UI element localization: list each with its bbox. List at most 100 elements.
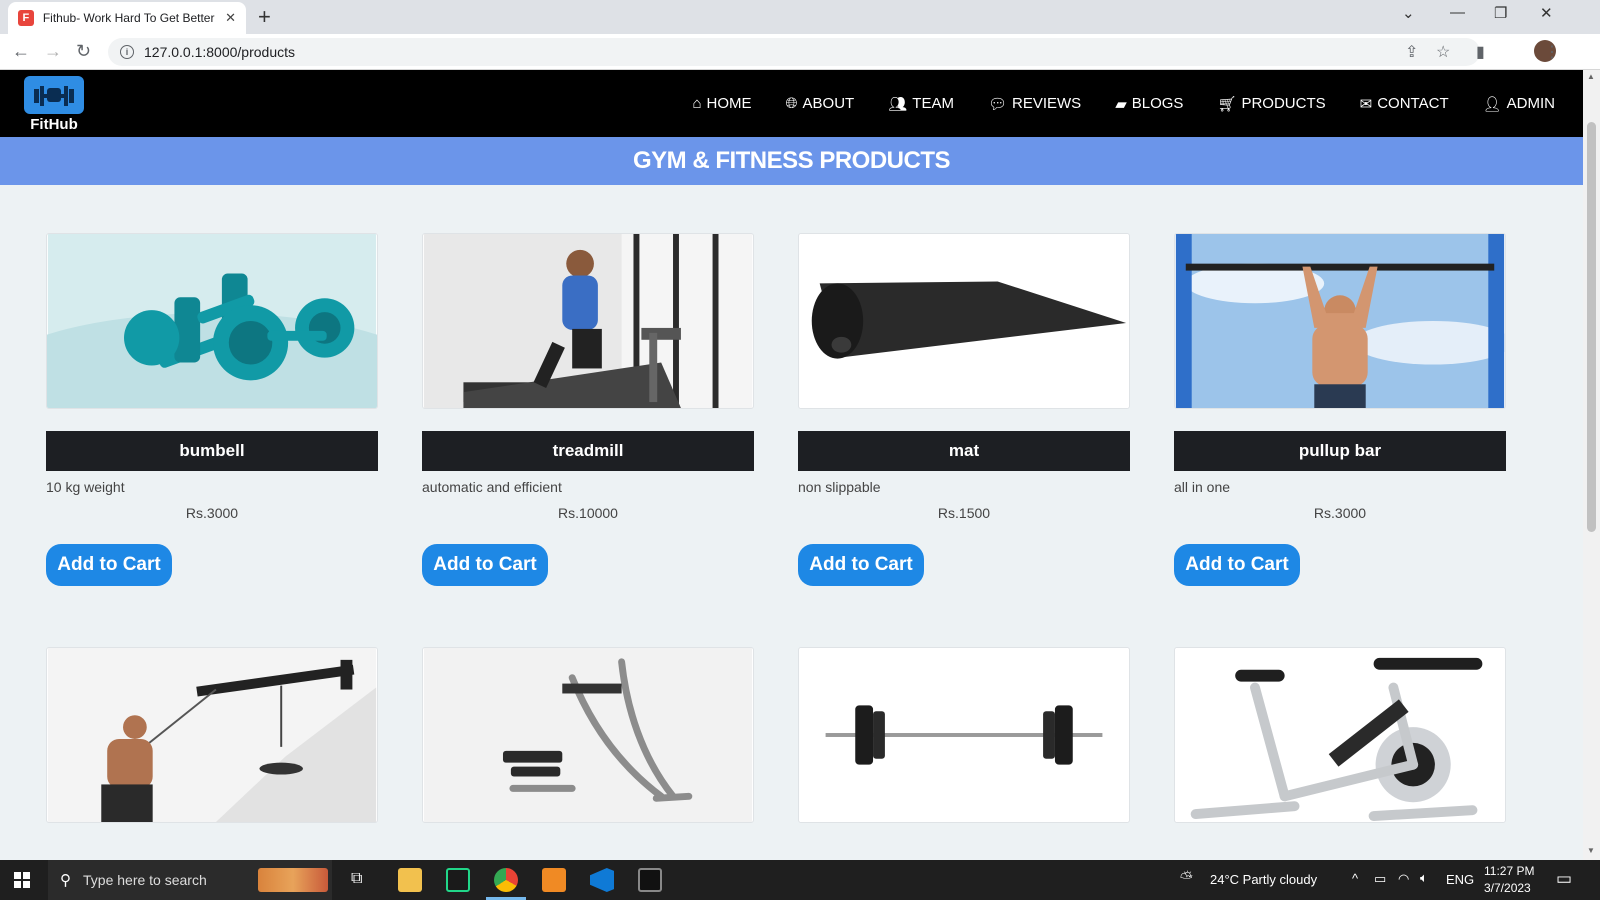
products-banner: GYM & FITNESS PRODUCTS <box>0 137 1583 185</box>
product-price: Rs.10000 <box>558 505 618 521</box>
user-icon: 👤︎ <box>1482 95 1502 113</box>
product-name: mat <box>798 431 1130 471</box>
nav-reviews-label: REVIEWS <box>1012 95 1082 112</box>
nav-team-label: TEAM <box>912 95 954 112</box>
product-image-dumbbell <box>46 233 378 409</box>
product-image-pullup-bar <box>1174 233 1506 409</box>
windows-taskbar: ⚲ Type here to search ⧉ ⛅︎ 24°C Partly c… <box>0 860 1600 900</box>
product-image-ab-machine <box>422 647 754 823</box>
site-navbar: FitHub ⌂ HOME 🌐︎ ABOUT 👥︎ TEAM 💬︎ REVIEW… <box>0 70 1583 137</box>
pycharm-icon[interactable] <box>446 868 470 892</box>
product-card <box>422 647 754 823</box>
file-explorer-icon[interactable] <box>398 868 422 892</box>
close-window-icon[interactable]: ✕ <box>1540 4 1553 22</box>
clock-date[interactable]: 3/7/2023 <box>1484 881 1531 895</box>
page-scrollbar[interactable]: ▲ ▼ <box>1583 70 1600 860</box>
side-panel-icon[interactable]: ▮ <box>1476 42 1485 62</box>
chat-icon: ▰ <box>1115 95 1127 113</box>
search-icon: ⚲ <box>60 872 71 889</box>
product-name: treadmill <box>422 431 754 471</box>
nav-team[interactable]: 👥︎ TEAM <box>888 95 954 113</box>
address-bar[interactable]: i 127.0.0.1:8000/products <box>108 38 1480 66</box>
product-card: pullup bar all in one Rs.3000 Add to Car… <box>1174 233 1506 586</box>
share-icon[interactable]: ⇪ <box>1405 42 1418 62</box>
nav-reviews[interactable]: 💬︎ REVIEWS <box>988 95 1081 113</box>
tab-title: Fithub- Work Hard To Get Better <box>42 11 215 25</box>
scroll-up-arrow-icon[interactable]: ▲ <box>1587 72 1595 81</box>
new-tab-button[interactable]: + <box>258 5 271 29</box>
comment-icon: 💬︎ <box>987 95 1007 113</box>
product-card: bumbell 10 kg weight Rs.3000 Add to Cart <box>46 233 378 586</box>
logo-text: FitHub <box>30 116 78 133</box>
nav-blogs-label: BLOGS <box>1131 95 1184 112</box>
restore-icon[interactable]: ❐ <box>1494 4 1507 22</box>
product-image-barbell <box>798 647 1130 823</box>
sublime-text-icon[interactable] <box>542 868 566 892</box>
users-icon: 👥︎ <box>888 95 908 113</box>
add-to-cart-button[interactable]: Add to Cart <box>1174 544 1300 586</box>
product-description: automatic and efficient <box>422 479 562 495</box>
tab-close-icon[interactable]: ✕ <box>225 10 236 26</box>
volume-icon[interactable]: 🔈︎ <box>1420 870 1428 886</box>
product-image-treadmill <box>422 233 754 409</box>
minimize-icon[interactable]: — <box>1450 4 1465 21</box>
envelope-icon: ✉ <box>1359 95 1373 113</box>
nav-about[interactable]: 🌐︎ ABOUT <box>786 95 855 112</box>
back-arrow-icon[interactable]: ← <box>12 41 30 62</box>
reload-icon[interactable]: ↻ <box>76 41 91 62</box>
nav-contact[interactable]: ✉ CONTACT <box>1360 95 1449 113</box>
globe-icon: 🌐︎ <box>785 95 798 112</box>
nav-home[interactable]: ⌂ HOME <box>692 95 751 112</box>
vscode-icon[interactable] <box>590 868 614 892</box>
fithub-favicon-icon: F <box>18 10 34 26</box>
wifi-icon[interactable]: ◠ <box>1398 871 1409 887</box>
product-image-spin-bike <box>1174 647 1506 823</box>
scroll-down-arrow-icon[interactable]: ▼ <box>1587 846 1595 855</box>
tray-chevron-icon[interactable]: ^ <box>1352 871 1358 886</box>
battery-icon[interactable]: ▭ <box>1374 871 1386 887</box>
page-title: GYM & FITNESS PRODUCTS <box>632 147 951 174</box>
windows-start-icon[interactable] <box>14 872 30 888</box>
add-to-cart-button[interactable]: Add to Cart <box>798 544 924 586</box>
product-image-cable-pulley <box>46 647 378 823</box>
scrollbar-thumb[interactable] <box>1587 122 1596 532</box>
product-image-mat <box>798 233 1130 409</box>
search-highlight-icon <box>258 868 328 892</box>
product-description: 10 kg weight <box>46 479 125 495</box>
nav-products[interactable]: 🛒︎ PRODUCTS <box>1217 95 1325 113</box>
fithub-logo[interactable]: FitHub <box>24 76 84 133</box>
add-to-cart-button[interactable]: Add to Cart <box>46 544 172 586</box>
tab-search-chevron-icon[interactable]: ⌄ <box>1402 4 1415 22</box>
page-viewport: FitHub ⌂ HOME 🌐︎ ABOUT 👥︎ TEAM 💬︎ REVIEW… <box>0 70 1583 860</box>
forward-arrow-icon[interactable]: → <box>44 41 62 62</box>
browser-tab[interactable]: F Fithub- Work Hard To Get Better ✕ <box>8 2 246 34</box>
notification-icon[interactable]: ▭ <box>1556 869 1572 889</box>
fist-dumbbell-icon <box>24 76 84 114</box>
terminal-icon[interactable] <box>638 868 662 892</box>
product-description: all in one <box>1174 479 1231 495</box>
product-price: Rs.1500 <box>937 505 991 521</box>
product-card <box>1174 647 1506 823</box>
product-description: non slippable <box>798 479 881 495</box>
product-price: Rs.3000 <box>1313 505 1367 521</box>
weather-cloud-icon: ⛅︎ <box>1180 870 1193 887</box>
product-name: bumbell <box>46 431 378 471</box>
task-view-icon[interactable]: ⧉ <box>351 870 362 888</box>
bookmark-star-icon[interactable]: ☆ <box>1436 42 1450 62</box>
basket-icon: 🛒︎ <box>1217 95 1237 113</box>
language-indicator[interactable]: ENG <box>1446 872 1474 887</box>
product-card: mat non slippable Rs.1500 Add to Cart <box>798 233 1130 586</box>
main-menu: ⌂ HOME 🌐︎ ABOUT 👥︎ TEAM 💬︎ REVIEWS ▰ BLO… <box>658 70 1555 137</box>
add-to-cart-button[interactable]: Add to Cart <box>422 544 548 586</box>
clock-time[interactable]: 11:27 PM <box>1484 864 1534 878</box>
chrome-menu-icon[interactable]: ⋮ <box>1544 42 1560 62</box>
nav-contact-label: CONTACT <box>1377 95 1449 112</box>
site-info-icon[interactable]: i <box>120 45 134 59</box>
product-card <box>798 647 1130 823</box>
nav-admin[interactable]: 👤︎ ADMIN <box>1483 95 1555 113</box>
product-name: pullup bar <box>1174 431 1506 471</box>
weather-text[interactable]: 24°C Partly cloudy <box>1210 872 1317 887</box>
nav-blogs[interactable]: ▰ BLOGS <box>1115 95 1183 113</box>
product-price: Rs.3000 <box>185 505 239 521</box>
chrome-icon[interactable] <box>494 868 518 892</box>
